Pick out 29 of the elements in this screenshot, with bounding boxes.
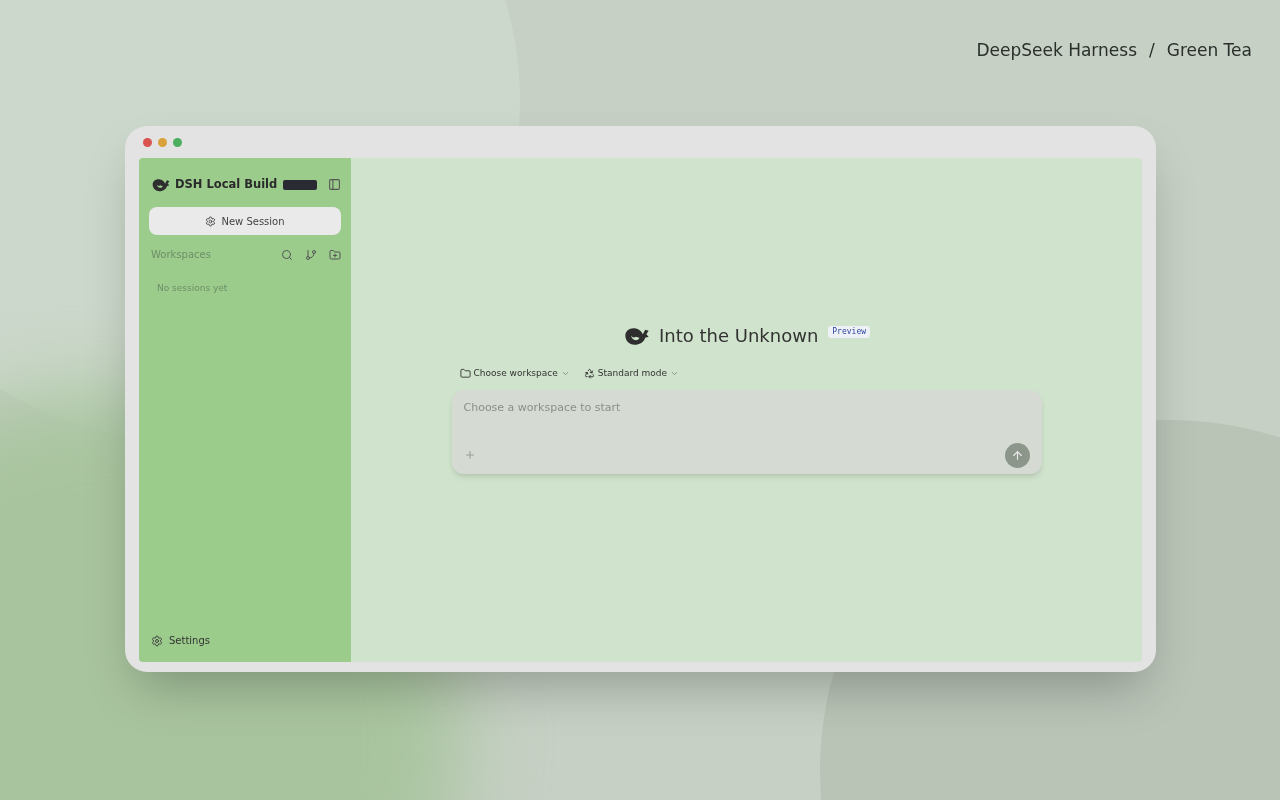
workspace-dropdown[interactable]: Choose workspace bbox=[459, 367, 570, 381]
welcome-title: Into the Unknown bbox=[658, 324, 819, 348]
settings-link[interactable]: Settings bbox=[169, 633, 210, 648]
whale-logo-icon bbox=[151, 177, 171, 193]
close-window-button[interactable] bbox=[143, 137, 152, 147]
breadcrumb-separator: / bbox=[1149, 39, 1155, 62]
arrow-up-icon bbox=[1010, 448, 1024, 462]
whale-logo-icon bbox=[622, 325, 651, 346]
message-composer[interactable]: Choose a workspace to start bbox=[451, 389, 1042, 474]
new-session-button[interactable]: New Session bbox=[149, 207, 341, 236]
branch-icon[interactable] bbox=[305, 248, 317, 261]
gear-icon bbox=[205, 215, 217, 227]
maximize-window-button[interactable] bbox=[173, 137, 182, 147]
build-badge bbox=[283, 179, 318, 190]
recycle-icon bbox=[583, 368, 595, 380]
section-heading: Workspaces bbox=[151, 248, 211, 263]
search-icon[interactable] bbox=[281, 248, 293, 261]
add-folder-icon[interactable] bbox=[329, 248, 341, 261]
product-name: DeepSeek Harness bbox=[976, 39, 1137, 62]
app-title: DSH Local Build bbox=[175, 176, 278, 193]
message-input[interactable]: Choose a workspace to start bbox=[463, 399, 1030, 416]
preview-badge: Preview bbox=[828, 325, 870, 338]
folder-icon bbox=[459, 368, 471, 380]
minimize-window-button[interactable] bbox=[158, 137, 167, 147]
settings-icon[interactable] bbox=[151, 634, 163, 647]
send-button[interactable] bbox=[1004, 442, 1030, 468]
sidebar-toggle-icon[interactable] bbox=[328, 178, 341, 192]
mode-dropdown[interactable]: Standard mode bbox=[583, 367, 680, 381]
theme-name: Green Tea bbox=[1166, 39, 1252, 62]
